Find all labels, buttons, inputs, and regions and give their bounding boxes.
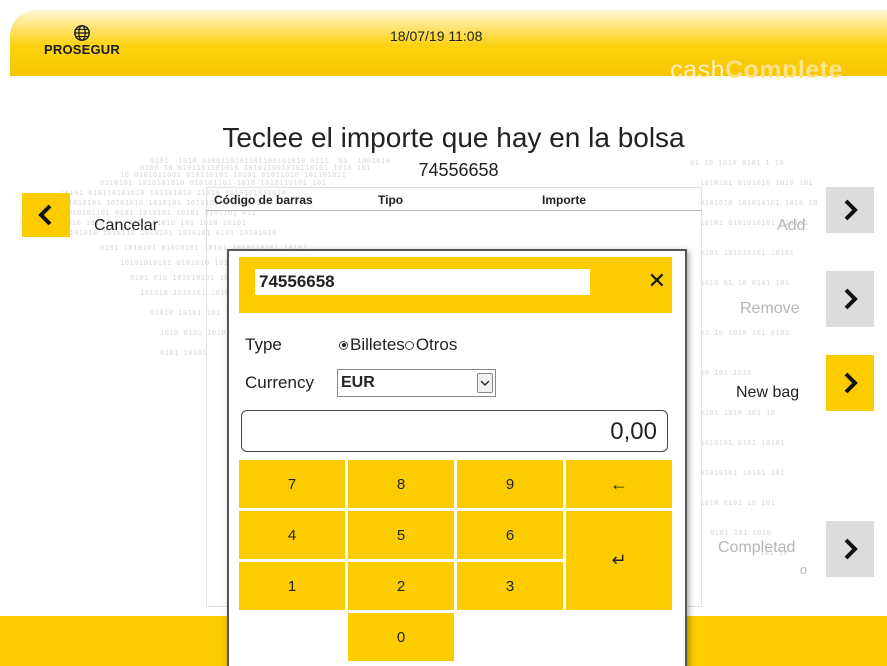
backspace-key[interactable]: ←: [566, 460, 672, 508]
bag-number: 74556658: [418, 160, 499, 180]
key-7[interactable]: 7: [239, 460, 345, 508]
new-bag-button[interactable]: [826, 355, 874, 411]
cancel-label[interactable]: Cancelar: [94, 217, 158, 235]
barcode-field[interactable]: 74556658: [255, 269, 590, 295]
currency-label: Currency: [245, 373, 314, 392]
chevron-right-icon: [844, 199, 858, 221]
column-type: Tipo: [378, 193, 404, 207]
radio-billetes[interactable]: Billetes: [339, 335, 405, 355]
date-time: 18/07/19 11:08: [390, 28, 483, 44]
chevron-right-icon: [844, 288, 858, 310]
amount-display: 0,00: [241, 410, 668, 452]
add-button: [826, 187, 874, 233]
key-4[interactable]: 4: [239, 511, 345, 559]
chevron-down-icon: [477, 373, 493, 393]
radio-billetes-label: Billetes: [350, 335, 405, 354]
radio-otros-label: Otros: [415, 335, 458, 354]
brand-name: PROSEGUR: [43, 42, 120, 57]
cancel-button[interactable]: [22, 193, 70, 237]
chevron-left-icon: [38, 204, 52, 226]
key-3[interactable]: 3: [457, 562, 563, 610]
new-bag-label[interactable]: New bag: [736, 384, 799, 402]
add-label: Add: [777, 217, 806, 234]
column-barcode: Código de barras: [214, 193, 313, 207]
enter-key[interactable]: ↵: [566, 511, 672, 610]
radio-otros[interactable]: Otros: [404, 335, 458, 355]
currency-value: EUR: [341, 374, 375, 391]
complete-label: Completad: [718, 539, 796, 556]
dialog-header: 74556658 ✕: [239, 257, 672, 313]
radio-unselected-icon: [404, 340, 414, 350]
complete-label-wrap: o: [800, 562, 808, 577]
amount-entry-dialog: 74556658 ✕ Type Billetes Otros Currency …: [227, 249, 687, 666]
key-5[interactable]: 5: [348, 511, 454, 559]
type-radio-group: Billetes Otros: [339, 335, 457, 355]
close-icon[interactable]: ✕: [648, 267, 666, 295]
globe-icon: [74, 25, 90, 41]
chevron-right-icon: [844, 372, 858, 394]
key-8[interactable]: 8: [348, 460, 454, 508]
key-2[interactable]: 2: [348, 562, 454, 610]
key-9[interactable]: 9: [457, 460, 563, 508]
key-6[interactable]: 6: [457, 511, 563, 559]
prosegur-logo: PROSEGUR: [32, 24, 132, 64]
key-1[interactable]: 1: [239, 562, 345, 610]
column-amount: Importe: [542, 193, 587, 207]
table-header: Código de barras Tipo Importe: [206, 193, 702, 211]
product-name-light: cash: [670, 60, 726, 78]
type-label: Type: [245, 335, 282, 354]
currency-select[interactable]: EUR: [337, 369, 496, 397]
radio-selected-icon: [339, 340, 348, 350]
product-name-bold: Complete: [725, 60, 843, 78]
remove-button: [826, 271, 874, 327]
page-title: Teclee el importe que hay en la bolsa: [222, 122, 685, 153]
key-0[interactable]: 0: [348, 613, 454, 661]
complete-button: [826, 521, 874, 577]
remove-label: Remove: [740, 300, 800, 317]
chevron-right-icon: [844, 538, 858, 560]
cashcomplete-logo: cashComplete: [670, 60, 843, 78]
